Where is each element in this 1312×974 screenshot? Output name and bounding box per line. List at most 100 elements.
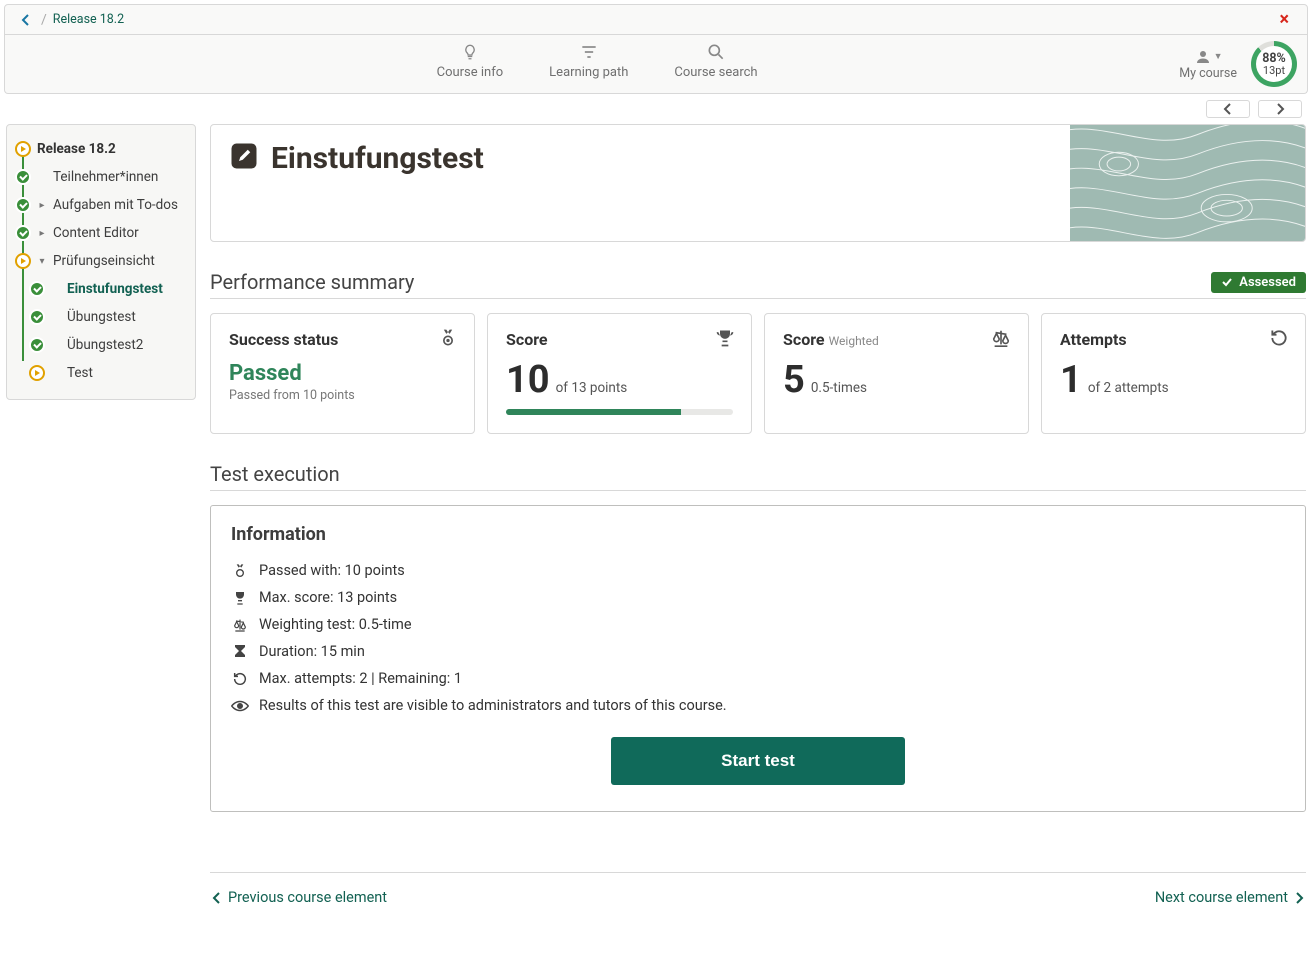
retry-icon	[1269, 328, 1289, 348]
tree-node[interactable]: Übungstest2	[11, 331, 191, 359]
breadcrumb-back[interactable]	[15, 10, 37, 30]
attempts-value: 1	[1060, 358, 1082, 402]
status-current-icon	[15, 253, 31, 269]
weighted-value: 5	[783, 358, 805, 402]
info-weighting: Weighting test: 0.5-time	[231, 611, 1285, 638]
prev-element-arrow[interactable]	[1206, 100, 1250, 118]
chevron-down-icon: ▾	[37, 256, 47, 267]
status-done-icon	[15, 225, 31, 241]
card-title: ScoreWeighted	[783, 330, 1010, 349]
tree-label: Prüfungseinsicht	[53, 253, 155, 269]
course-tree: Release 18.2 Teilnehmer*innen ▸ Aufgaben m…	[6, 124, 196, 400]
pager-arrows	[0, 94, 1312, 124]
tree-node[interactable]: ▸ Aufgaben mit To-dos	[11, 191, 191, 219]
tree-label: Aufgaben mit To-dos	[53, 197, 178, 213]
medal-icon	[438, 328, 458, 348]
tree-label: Release 18.2	[37, 141, 116, 157]
search-icon	[705, 41, 727, 63]
next-element-arrow[interactable]	[1258, 100, 1302, 118]
summary-cards: Success status Passed Passed from 10 poi…	[210, 313, 1306, 434]
info-visibility: Results of this test are visible to admi…	[231, 692, 1285, 719]
info-duration: Duration: 15 min	[231, 638, 1285, 665]
tree-label: Übungstest	[67, 309, 136, 325]
toolbar-label: Learning path	[549, 65, 628, 80]
card-title: Success status	[229, 330, 456, 349]
info-title: Information	[231, 524, 1285, 545]
trophy-icon	[231, 590, 249, 606]
card-success-status: Success status Passed Passed from 10 poi…	[210, 313, 475, 434]
toolbar-label: Course info	[437, 65, 504, 80]
scale-icon	[990, 328, 1012, 348]
breadcrumb-sep: /	[41, 12, 47, 28]
page-title: Einstufungstest	[271, 141, 484, 176]
execution-heading: Test execution	[210, 462, 1306, 486]
score-sub: of 13 points	[556, 380, 628, 396]
success-value: Passed	[229, 361, 456, 386]
progress-ring[interactable]: 88%13pt	[1251, 41, 1297, 87]
status-done-icon	[15, 197, 31, 213]
chevron-right-icon: ▸	[37, 200, 47, 211]
tree-label: Content Editor	[53, 225, 139, 241]
status-current-icon	[29, 365, 45, 381]
tree-node[interactable]: Übungstest	[11, 303, 191, 331]
page-header: Einstufungstest	[210, 124, 1306, 242]
hourglass-icon	[231, 644, 249, 660]
info-attempts: Max. attempts: 2 | Remaining: 1	[231, 665, 1285, 692]
success-sub: Passed from 10 points	[229, 388, 456, 403]
tree-node[interactable]: Teilnehmer*innen	[11, 163, 191, 191]
status-current-icon	[15, 141, 31, 157]
main-content: Einstufungstest Performance summary	[210, 124, 1306, 910]
scale-icon	[231, 617, 249, 633]
next-course-element-link[interactable]: Next course element	[1155, 889, 1304, 906]
trophy-icon	[715, 328, 735, 348]
breadcrumb-bar: / Release 18.2 ×	[4, 4, 1308, 35]
chevron-right-icon: ▸	[37, 228, 47, 239]
toolbar-label: Course search	[674, 65, 757, 80]
tree-node[interactable]: ▾ Prüfungseinsicht	[11, 247, 191, 275]
tree-label: Einstufungstest	[67, 281, 163, 297]
tree-node[interactable]: Test	[11, 359, 191, 387]
status-done-icon	[29, 281, 45, 297]
footer-nav: Previous course element Next course elem…	[210, 872, 1306, 910]
eye-icon	[231, 699, 249, 713]
tree-node[interactable]: ▸ Content Editor	[11, 219, 191, 247]
toolbar-course-search[interactable]: Course search	[674, 41, 757, 87]
tree-node[interactable]: Einstufungstest	[11, 275, 191, 303]
assessed-badge: Assessed	[1211, 272, 1306, 293]
start-test-button[interactable]: Start test	[611, 737, 905, 785]
medal-icon	[231, 563, 249, 579]
attempts-sub: of 2 attempts	[1088, 380, 1169, 396]
toolbar-course-info[interactable]: Course info	[437, 41, 504, 87]
info-passed: Passed with: 10 points	[231, 557, 1285, 584]
card-score: Score 10 of 13 points	[487, 313, 752, 434]
tree-label: Teilnehmer*innen	[53, 169, 158, 185]
prev-course-element-link[interactable]: Previous course element	[212, 889, 387, 906]
info-max-score: Max. score: 13 points	[231, 584, 1285, 611]
score-progress	[506, 409, 733, 415]
caret-down-icon: ▼	[1214, 51, 1223, 62]
tree-root[interactable]: Release 18.2	[11, 135, 191, 163]
card-title: Score	[506, 330, 733, 349]
performance-heading: Performance summary Assessed	[210, 270, 1306, 294]
status-done-icon	[29, 337, 45, 353]
user-icon	[1194, 48, 1212, 66]
tree-label: Test	[67, 365, 93, 381]
tree-label: Übungstest2	[67, 337, 143, 353]
progress-values: 88%13pt	[1262, 52, 1286, 77]
card-score-weighted: ScoreWeighted 50.5-times	[764, 313, 1029, 434]
test-info-box: Information Passed with: 10 points Max. …	[210, 505, 1306, 812]
toolbar-learning-path[interactable]: Learning path	[549, 41, 628, 87]
status-done-icon	[15, 169, 31, 185]
lightbulb-icon	[459, 41, 481, 63]
retry-icon	[231, 671, 249, 687]
path-icon	[578, 41, 600, 63]
close-icon[interactable]: ×	[1271, 7, 1297, 32]
breadcrumb-course-link[interactable]: Release 18.2	[51, 8, 126, 31]
header-image	[1070, 125, 1305, 241]
course-toolbar: Course info Learning path Course search …	[4, 35, 1308, 94]
my-course-menu[interactable]: ▼ My course	[1179, 48, 1237, 81]
edit-icon	[229, 141, 259, 171]
score-value: 10	[506, 358, 550, 402]
my-course-label: My course	[1179, 66, 1237, 81]
card-title: Attempts	[1060, 330, 1287, 349]
